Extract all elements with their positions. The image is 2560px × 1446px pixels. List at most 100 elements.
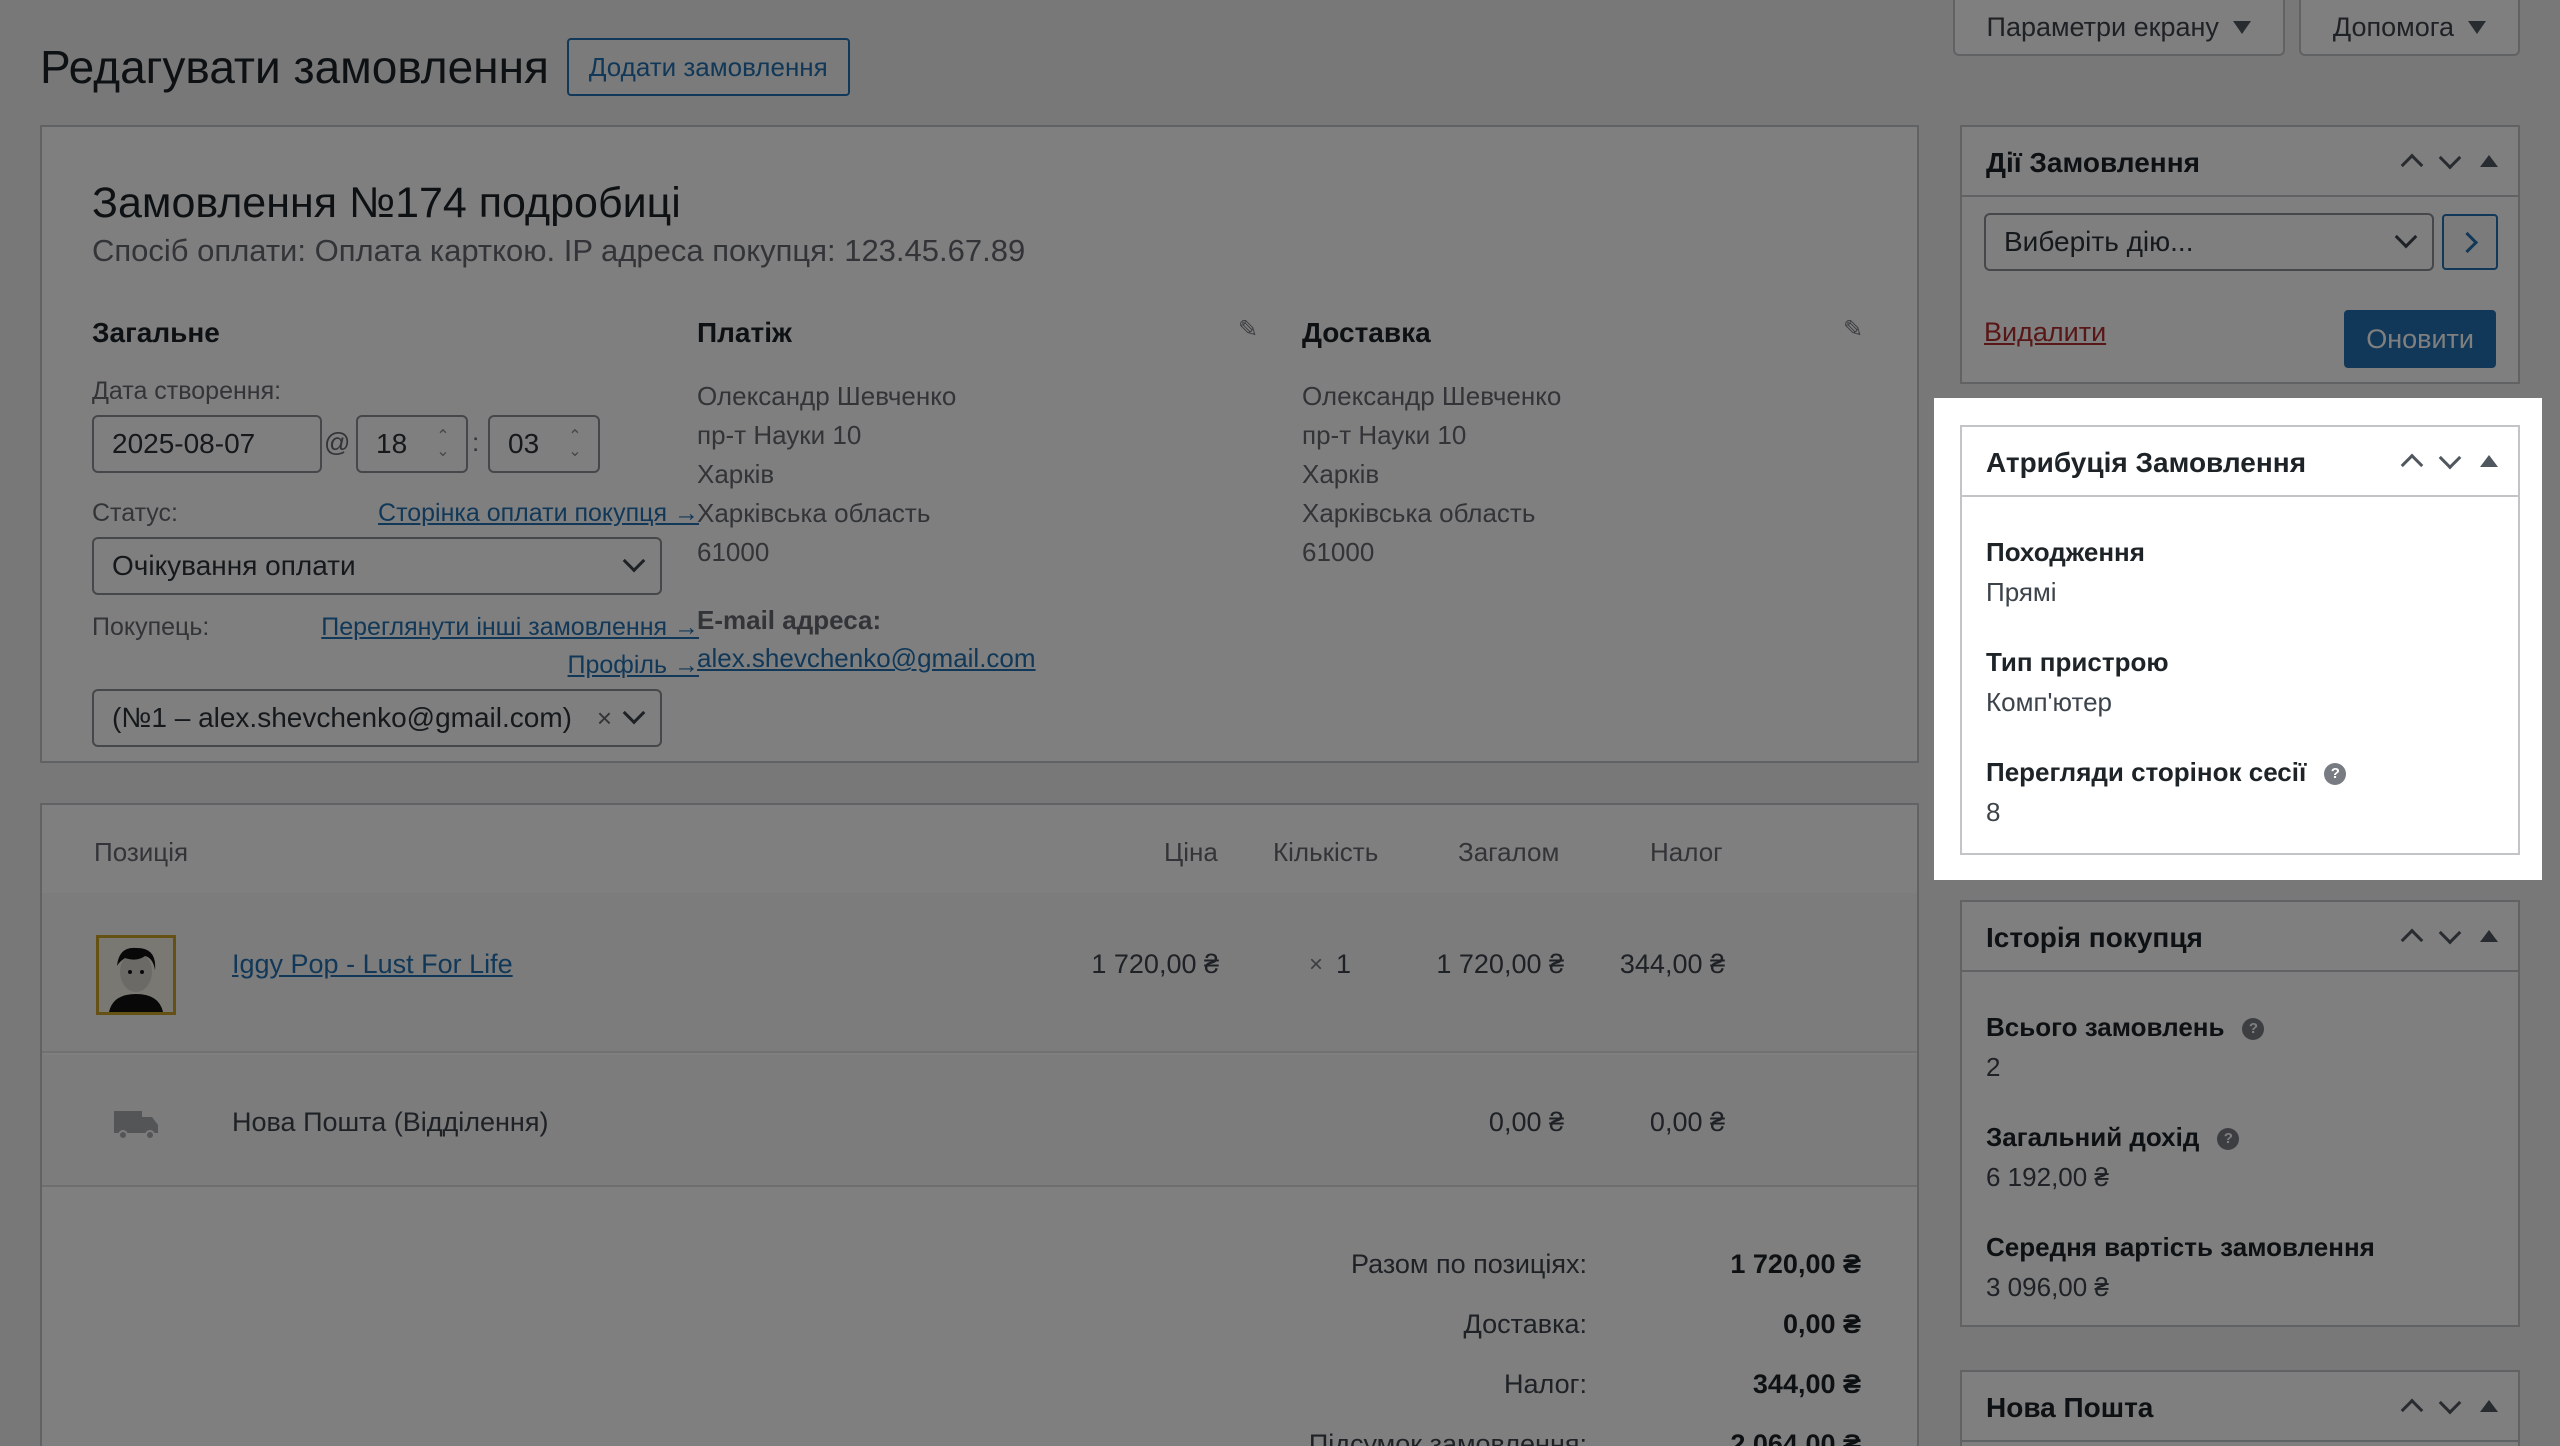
col-qty: Кількість — [1273, 837, 1379, 867]
apply-action-button[interactable] — [2442, 214, 2498, 270]
status-value: Очікування оплати — [112, 550, 356, 581]
product-total: 1 720,00 ₴ — [1436, 949, 1564, 979]
order-action-select[interactable]: Виберіть дію... — [1984, 213, 2434, 271]
collapse-icon[interactable] — [2480, 1400, 2498, 1412]
move-up-icon[interactable] — [2400, 153, 2424, 177]
triangle-down-icon — [2468, 20, 2486, 34]
tax-total-label: Налог: — [1504, 1369, 1587, 1399]
shipping-total: 0,00 ₴ — [1488, 1107, 1564, 1137]
device-type-value: Комп'ютер — [1986, 687, 2112, 717]
device-type-label: Тип пристрою — [1986, 647, 2169, 677]
shipping-heading: Доставка — [1302, 317, 1431, 348]
minute-value: 03 — [508, 428, 540, 459]
postbox-controls — [2400, 146, 2498, 177]
customer-select[interactable]: (№1 – alex.shevchenko@gmail.com) × — [92, 689, 662, 747]
help-icon[interactable]: ? — [2242, 1018, 2265, 1041]
screen-options-button[interactable]: Параметри екрану — [1952, 0, 2285, 56]
screen-tabs: Параметри екрану Допомога — [1952, 0, 2520, 56]
move-up-icon[interactable] — [2400, 453, 2424, 477]
shipping-address: Олександр Шевченко пр-т Науки 10 Харків … — [1302, 377, 1561, 572]
postbox-header: Атрибуція Замовлення — [1962, 427, 2518, 497]
date-input[interactable]: 2025-08-07 — [92, 415, 322, 473]
order-payment-info: Спосіб оплати: Оплата карткою. IP адреса… — [92, 233, 1026, 268]
spinner-icon[interactable]: ⌃ ⌄ — [434, 429, 452, 461]
billing-heading: Платіж — [697, 317, 792, 348]
email-label: E-mail адреса: — [697, 605, 882, 635]
chevron-down-icon — [622, 701, 646, 725]
hour-input[interactable]: 18 ⌃ ⌄ — [356, 415, 468, 473]
qty-times: × — [1309, 951, 1324, 978]
customer-history-box: Історія покупця Всього замовлень? 2 Зага… — [1960, 900, 2520, 1327]
origin-value: Прямі — [1986, 577, 2057, 607]
total-orders-label-text: Всього замовлень — [1986, 1012, 2225, 1042]
move-up-icon[interactable] — [2400, 928, 2424, 952]
product-image — [99, 938, 173, 1012]
postbox-header: Дії Замовлення — [1962, 127, 2518, 197]
product-tax: 344,00 ₴ — [1619, 949, 1725, 979]
product-qty: 1 — [1336, 949, 1352, 979]
spinner-icon[interactable]: ⌃ ⌄ — [566, 429, 584, 461]
col-tax: Налог — [1650, 837, 1723, 867]
shipping-name: Олександр Шевченко — [1302, 381, 1562, 411]
billing-region: Харківська область — [697, 498, 931, 528]
profile-link[interactable]: Профіль → — [568, 651, 699, 680]
shipping-total-value: 0,00 ₴ — [1782, 1309, 1861, 1339]
page-header: Редагувати замовлення Додати замовлення — [40, 38, 850, 96]
postbox-header: Нова Пошта — [1962, 1372, 2518, 1442]
customer-value: (№1 – alex.shevchenko@gmail.com) — [112, 702, 572, 733]
clear-icon[interactable]: × — [597, 703, 612, 734]
add-order-button[interactable]: Додати замовлення — [566, 38, 850, 96]
truck-icon — [114, 1111, 158, 1139]
order-action-value: Виберіть дію... — [2004, 226, 2194, 257]
billing-email-link[interactable]: alex.shevchenko@gmail.com — [697, 643, 1036, 674]
order-title: Замовлення №174 подробиці — [92, 179, 681, 227]
shipping-region: Харківська область — [1302, 498, 1536, 528]
order-total-value: 2 064,00 ₴ — [1730, 1429, 1861, 1446]
product-link[interactable]: Iggy Pop - Lust For Life — [232, 949, 513, 980]
move-up-icon[interactable] — [2400, 1398, 2424, 1422]
tax-total-value: 344,00 ₴ — [1752, 1369, 1861, 1399]
help-button[interactable]: Допомога — [2298, 0, 2520, 56]
status-select[interactable]: Очікування оплати — [92, 537, 662, 595]
total-orders-value: 2 — [1986, 1052, 2001, 1082]
shipping-city: Харків — [1302, 459, 1380, 489]
view-other-orders-link[interactable]: Переглянути інші замовлення → — [321, 613, 699, 642]
minute-input[interactable]: 03 ⌃ ⌄ — [488, 415, 600, 473]
items-table-header: Позиція Ціна Кількість Загалом Налог — [42, 805, 1917, 895]
page-title: Редагувати замовлення — [40, 41, 549, 93]
date-value: 2025-08-07 — [112, 428, 256, 459]
customer-label: Покупець: — [92, 613, 210, 641]
avg-order-label: Середня вартість замовлення — [1986, 1232, 2375, 1262]
origin-label: Походження — [1986, 537, 2145, 567]
help-icon[interactable]: ? — [2324, 763, 2347, 786]
billing-zip: 61000 — [697, 537, 770, 567]
delete-order-link[interactable]: Видалити — [1984, 317, 2106, 348]
move-down-icon[interactable] — [2438, 921, 2462, 945]
move-down-icon[interactable] — [2438, 446, 2462, 470]
order-actions-box: Дії Замовлення Виберіть дію... Видалити … — [1960, 125, 2520, 384]
collapse-icon[interactable] — [2480, 930, 2498, 942]
total-revenue-label-text: Загальний дохід — [1986, 1122, 2200, 1152]
collapse-icon[interactable] — [2480, 455, 2498, 467]
customer-payment-page-link[interactable]: Сторінка оплати покупця → — [378, 499, 699, 528]
col-price: Ціна — [1164, 837, 1218, 867]
order-details-panel: Замовлення №174 подробиці Спосіб оплати:… — [40, 125, 1919, 763]
col-item: Позиція — [94, 837, 189, 867]
billing-city: Харків — [697, 459, 775, 489]
shipping-total-label: Доставка: — [1463, 1309, 1587, 1339]
avg-order-value: 3 096,00 ₴ — [1986, 1272, 2109, 1302]
general-heading: Загальне — [92, 317, 220, 348]
move-down-icon[interactable] — [2438, 146, 2462, 170]
order-attribution-title: Атрибуція Замовлення — [1986, 447, 2307, 478]
help-icon[interactable]: ? — [2217, 1128, 2240, 1151]
move-down-icon[interactable] — [2438, 1391, 2462, 1415]
date-created-label: Дата створення: — [92, 377, 282, 405]
items-subtotal-label: Разом по позиціях: — [1351, 1249, 1587, 1279]
update-order-button[interactable]: Оновити — [2344, 310, 2496, 368]
order-attribution-box: Атрибуція Замовлення Походження Прямі Ти… — [1960, 425, 2520, 855]
edit-billing-icon[interactable]: ✎ — [1238, 315, 1264, 343]
edit-shipping-icon[interactable]: ✎ — [1843, 315, 1869, 343]
collapse-icon[interactable] — [2480, 155, 2498, 167]
shipping-tax: 0,00 ₴ — [1649, 1107, 1725, 1137]
chevron-down-icon — [2394, 225, 2418, 249]
